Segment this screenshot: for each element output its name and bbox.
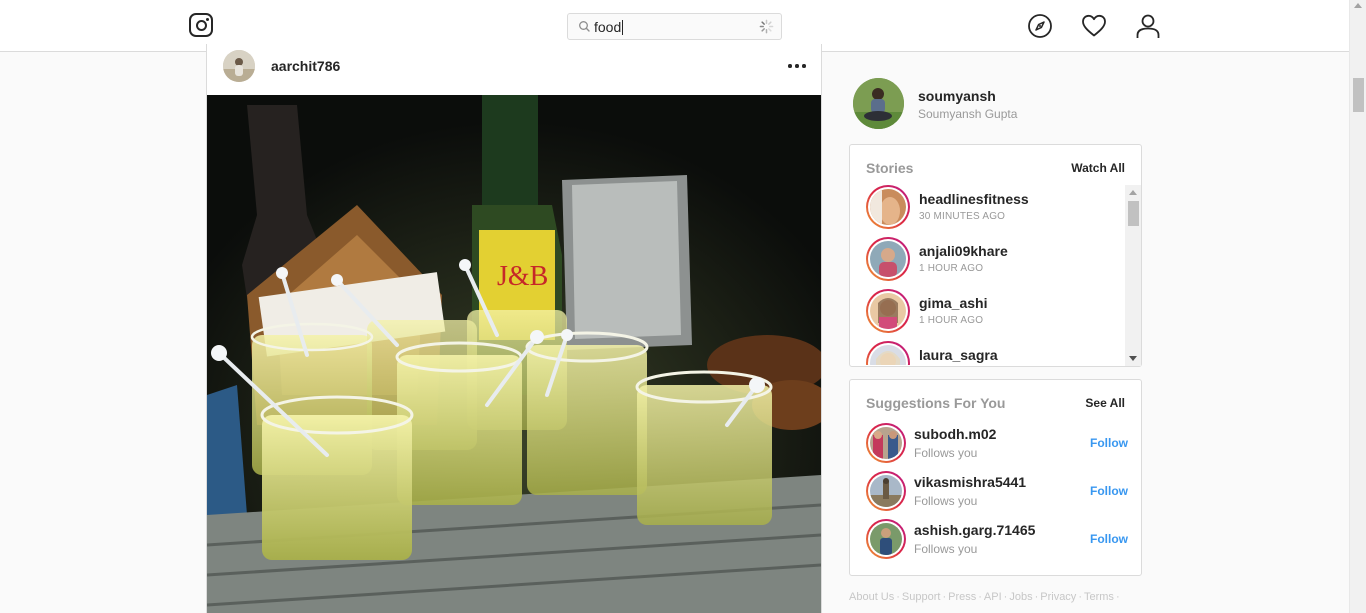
suggestion-subtitle: Follows you	[914, 542, 978, 556]
scroll-up-arrow-icon[interactable]	[1129, 190, 1137, 195]
loading-spinner-icon	[759, 19, 774, 34]
story-username: headlinesfitness	[919, 191, 1029, 207]
search-icon	[579, 21, 590, 32]
footer-links: About Us · Support · Press · API · Jobs · Privacy ·…	[849, 591, 1122, 603]
svg-text:J&B: J&B	[497, 261, 548, 292]
suggestion-subtitle: Follows you	[914, 446, 978, 460]
story-item[interactable]: gima_ashi 1 HOUR AGO	[866, 289, 1116, 335]
suggestion-username[interactable]: ashish.garg.71465	[914, 522, 1035, 538]
current-user-avatar[interactable]	[853, 78, 904, 129]
stories-panel: Stories Watch All headlinesfitness 30 MI…	[849, 144, 1142, 367]
story-item[interactable]: headlinesfitness 30 MINUTES AGO	[866, 185, 1116, 231]
follow-button[interactable]: Follow	[1090, 436, 1128, 450]
current-user-fullname: Soumyansh Gupta	[918, 107, 1018, 121]
see-all-link[interactable]: See All	[1085, 396, 1125, 410]
story-time: 1 HOUR AGO	[919, 263, 984, 274]
feed-post: aarchit786 J&B	[206, 44, 822, 613]
story-item[interactable]: laura_sagra	[866, 341, 1116, 365]
story-avatar-ring	[866, 289, 910, 333]
footer-separator: ·	[1034, 591, 1039, 603]
post-photo[interactable]: J&B	[207, 95, 821, 613]
story-avatar-ring	[866, 237, 910, 281]
footer-link-api[interactable]: API	[984, 591, 1002, 603]
suggestion-avatar	[870, 523, 902, 555]
story-username: laura_sagra	[919, 347, 998, 363]
suggestion-item: subodh.m02 Follows you Follow	[866, 423, 1128, 467]
more-dot	[802, 64, 806, 68]
activity-heart-icon[interactable]	[1081, 13, 1107, 39]
more-dot	[795, 64, 799, 68]
search-query-text: food	[594, 19, 622, 35]
suggestions-panel: Suggestions For You See All subodh.m02 F…	[849, 379, 1142, 576]
story-time: 30 MINUTES AGO	[919, 211, 1006, 222]
footer-separator: ·	[1078, 591, 1082, 603]
search-box[interactable]: food	[567, 13, 782, 40]
suggestion-subtitle: Follows you	[914, 494, 978, 508]
story-item[interactable]: anjali09khare 1 HOUR AGO	[866, 237, 1116, 283]
story-avatar-ring	[866, 185, 910, 229]
instagram-logo-icon[interactable]	[189, 13, 213, 37]
stories-title: Stories	[866, 160, 914, 176]
footer-link-about[interactable]: About Us	[849, 591, 894, 603]
watch-all-link[interactable]: Watch All	[1071, 161, 1125, 175]
current-user-profile: soumyansh Soumyansh Gupta	[853, 78, 1143, 130]
text-caret	[622, 20, 624, 35]
story-avatar	[870, 293, 906, 329]
stories-list: headlinesfitness 30 MINUTES AGO anjali09…	[850, 185, 1125, 365]
post-header: aarchit786	[207, 44, 821, 95]
suggestion-username[interactable]: vikasmishra5441	[914, 474, 1026, 490]
story-avatar-ring	[866, 341, 910, 365]
stories-scrollbar-thumb[interactable]	[1128, 201, 1139, 226]
story-avatar	[870, 241, 906, 277]
footer-separator: ·	[978, 591, 982, 603]
suggestions-title: Suggestions For You	[866, 395, 1006, 411]
profile-user-icon[interactable]	[1135, 13, 1161, 39]
explore-compass-icon[interactable]	[1027, 13, 1053, 39]
stories-scrollbar[interactable]	[1125, 185, 1141, 366]
footer-link-privacy[interactable]: Privacy	[1040, 591, 1076, 603]
page-scrollbar[interactable]	[1349, 0, 1366, 613]
suggestion-avatar-ring[interactable]	[866, 519, 906, 559]
footer-separator: ·	[1003, 591, 1008, 603]
story-avatar	[870, 189, 906, 225]
post-author-username[interactable]: aarchit786	[271, 58, 340, 74]
suggestion-username[interactable]: subodh.m02	[914, 426, 996, 442]
more-options-icon[interactable]	[785, 53, 809, 77]
suggestion-avatar	[870, 427, 902, 459]
current-user-username[interactable]: soumyansh	[918, 88, 996, 104]
scroll-up-arrow-icon[interactable]	[1354, 3, 1362, 8]
footer-separator: ·	[942, 591, 947, 603]
footer-link-jobs[interactable]: Jobs	[1009, 591, 1032, 603]
footer-separator: ·	[896, 591, 900, 603]
more-dot	[788, 64, 792, 68]
footer-separator: ·	[1115, 591, 1120, 603]
story-username: gima_ashi	[919, 295, 988, 311]
story-time: 1 HOUR AGO	[919, 315, 984, 326]
scrollbar-thumb[interactable]	[1353, 78, 1364, 112]
story-username: anjali09khare	[919, 243, 1008, 259]
footer-link-terms[interactable]: Terms	[1084, 591, 1114, 603]
suggestion-avatar	[870, 475, 902, 507]
post-author-avatar[interactable]	[223, 50, 255, 82]
footer-link-press[interactable]: Press	[948, 591, 976, 603]
suggestion-avatar-ring[interactable]	[866, 471, 906, 511]
suggestion-item: ashish.garg.71465 Follows you Follow	[866, 519, 1128, 563]
footer-link-support[interactable]: Support	[902, 591, 941, 603]
suggestion-avatar-ring[interactable]	[866, 423, 906, 463]
scroll-down-arrow-icon[interactable]	[1129, 356, 1137, 361]
follow-button[interactable]: Follow	[1090, 532, 1128, 546]
search-input[interactable]: food	[594, 19, 624, 35]
suggestion-item: vikasmishra5441 Follows you Follow	[866, 471, 1128, 515]
follow-button[interactable]: Follow	[1090, 484, 1128, 498]
story-avatar	[870, 345, 906, 365]
